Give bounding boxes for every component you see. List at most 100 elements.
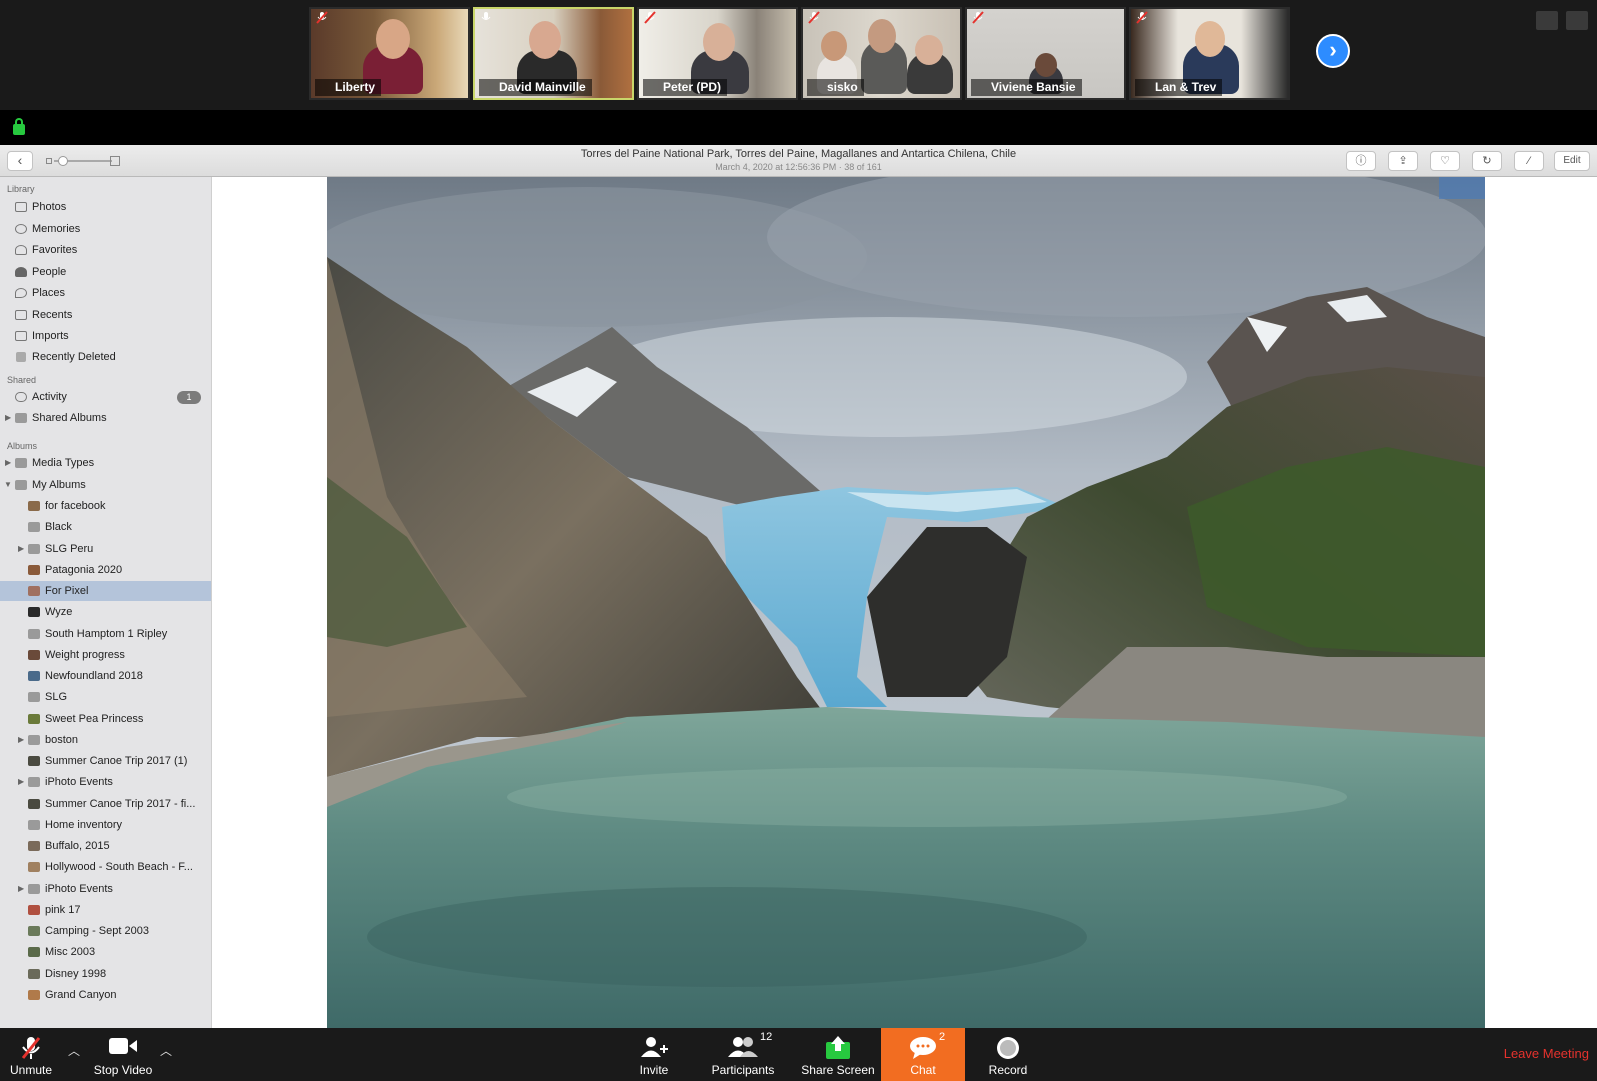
unmute-button[interactable]: Unmute [0,1028,62,1081]
participant-tile[interactable]: Lan & Trev [1129,7,1290,100]
album-label: For Pixel [45,585,89,597]
heart-icon [15,245,27,255]
section-header-library: Library [7,184,35,194]
chat-button[interactable]: 2 Chat [881,1028,965,1081]
gallery-view-icon[interactable] [1536,11,1558,30]
sidebar-item-people[interactable]: People [0,262,211,282]
disclosure-triangle-icon[interactable]: ▼ [4,475,12,495]
record-icon [997,1037,1019,1059]
enhance-wand-icon[interactable]: ⁄ [1514,151,1544,171]
disclosure-triangle-icon[interactable]: ▶ [18,772,24,792]
album-thumbnail-icon [28,607,40,618]
muted-mic-icon [21,1037,41,1059]
sidebar-album-item[interactable]: Grand Canyon [0,985,211,1005]
sidebar-album-item[interactable]: pink 17 [0,900,211,920]
sidebar-item-media-types[interactable]: ▶ Media Types [0,453,211,473]
heart-icon[interactable]: ♡ [1430,151,1460,171]
share-icon[interactable]: ⇪ [1388,151,1418,171]
folder-icon [15,458,27,468]
album-label: SLG Peru [45,542,94,555]
album-label: Newfoundland 2018 [45,670,143,682]
sidebar-item-activity[interactable]: Activity 1 [0,387,211,407]
disclosure-triangle-icon[interactable]: ▶ [18,539,24,559]
disclosure-triangle-icon[interactable]: ▶ [5,453,11,473]
muted-mic-icon [972,11,984,24]
participant-name: Lan & Trev [1135,79,1223,96]
disclosure-triangle-icon[interactable]: ▶ [18,730,24,750]
sidebar-album-item[interactable]: Newfoundland 2018 [0,666,211,686]
sidebar-album-item[interactable]: For Pixel [0,581,211,601]
sidebar-album-item[interactable]: Camping - Sept 2003 [0,921,211,941]
sidebar-album-item[interactable]: Patagonia 2020 [0,560,211,580]
album-thumbnail-icon [28,904,40,915]
album-label: boston [45,733,79,746]
add-person-icon [641,1037,668,1057]
participant-tile[interactable]: Liberty [309,7,470,100]
invite-button[interactable]: Invite [628,1028,680,1081]
info-icon[interactable]: ⓘ [1346,151,1376,171]
album-thumbnail-icon [28,947,40,958]
sidebar-item-my-albums[interactable]: ▼ My Albums [0,475,211,495]
album-thumbnail-icon [28,798,40,809]
sidebar-item-shared-albums[interactable]: ▶ Shared Albums [0,408,211,428]
album-thumbnail-icon [28,862,40,873]
sidebar-album-item[interactable]: SLG [0,687,211,707]
sidebar-album-item[interactable]: Summer Canoe Trip 2017 (1) [0,751,211,771]
sidebar-album-item[interactable]: Home inventory [0,815,211,835]
participants-button[interactable]: 12 Participants [706,1028,780,1081]
sidebar-album-item[interactable]: Summer Canoe Trip 2017 - fi... [0,794,211,814]
participant-tile[interactable]: Peter (PD) [637,7,798,100]
sidebar-album-item[interactable]: Black [0,517,211,537]
video-options-caret-icon[interactable]: ︿ [160,1042,172,1059]
sidebar-album-item[interactable]: Buffalo, 2015 [0,836,211,856]
share-screen-button[interactable]: Share Screen [796,1028,880,1081]
album-thumbnail-icon [28,968,40,979]
audio-options-caret-icon[interactable]: ︿ [68,1042,80,1059]
sidebar-item-photos[interactable]: Photos [0,197,211,217]
album-label: Weight progress [45,648,125,661]
sidebar-item-recents[interactable]: Recents [0,305,211,325]
sidebar-album-item[interactable]: Wyze [0,602,211,622]
person-icon [15,267,27,277]
record-button[interactable]: Record [978,1028,1038,1081]
activity-badge: 1 [177,391,201,404]
muted-mic-icon [316,11,328,24]
album-label: Summer Canoe Trip 2017 (1) [45,755,188,767]
album-thumbnail-icon [28,501,40,511]
stop-video-button[interactable]: Stop Video [86,1028,160,1081]
rotate-icon[interactable]: ↻ [1472,151,1502,171]
album-label: Summer Canoe Trip 2017 - fi... [45,797,196,810]
sidebar-item-imports[interactable]: Imports [0,326,211,346]
participant-tile[interactable]: Viviene Bansie [965,7,1126,100]
folder-icon [28,734,40,745]
sidebar-album-item[interactable]: Hollywood - South Beach - F... [0,857,211,877]
sidebar-album-item[interactable]: South Hamptom 1 Ripley [0,624,211,644]
sidebar-album-item[interactable]: Weight progress [0,645,211,665]
next-page-chevron-icon[interactable]: › [1316,34,1350,68]
leave-meeting-button[interactable]: Leave Meeting [1504,1046,1589,1061]
muted-mic-icon [481,12,491,20]
album-thumbnail-icon [28,841,40,851]
disclosure-triangle-icon[interactable]: ▶ [18,879,24,899]
sidebar-item-memories[interactable]: Memories [0,219,211,239]
participant-tile[interactable]: sisko [801,7,962,100]
sidebar-album-item[interactable]: ▶ boston [0,730,211,750]
sidebar-album-item[interactable]: Sweet Pea Princess [0,709,211,729]
album-label: Black [45,521,72,534]
disclosure-triangle-icon[interactable]: ▶ [5,408,11,428]
muted-mic-icon [1136,11,1148,24]
sidebar-album-item[interactable]: Disney 1998 [0,964,211,984]
participant-tile-active-speaker[interactable]: David Mainville [473,7,634,100]
fullscreen-icon[interactable] [1566,11,1588,30]
edit-button[interactable]: Edit [1554,151,1590,171]
sidebar-item-recently-deleted[interactable]: Recently Deleted [0,347,211,367]
sidebar-album-item[interactable]: ▶ iPhoto Events [0,879,211,899]
sidebar-item-favorites[interactable]: Favorites [0,240,211,260]
import-icon [15,331,27,341]
sidebar-album-item[interactable]: ▶ iPhoto Events [0,772,211,792]
sidebar-album-item[interactable]: for facebook [0,496,211,516]
sidebar-album-item[interactable]: Misc 2003 [0,942,211,962]
glacier-photo[interactable] [327,177,1485,1028]
sidebar-album-item[interactable]: ▶ SLG Peru [0,539,211,559]
sidebar-item-places[interactable]: Places [0,283,211,303]
